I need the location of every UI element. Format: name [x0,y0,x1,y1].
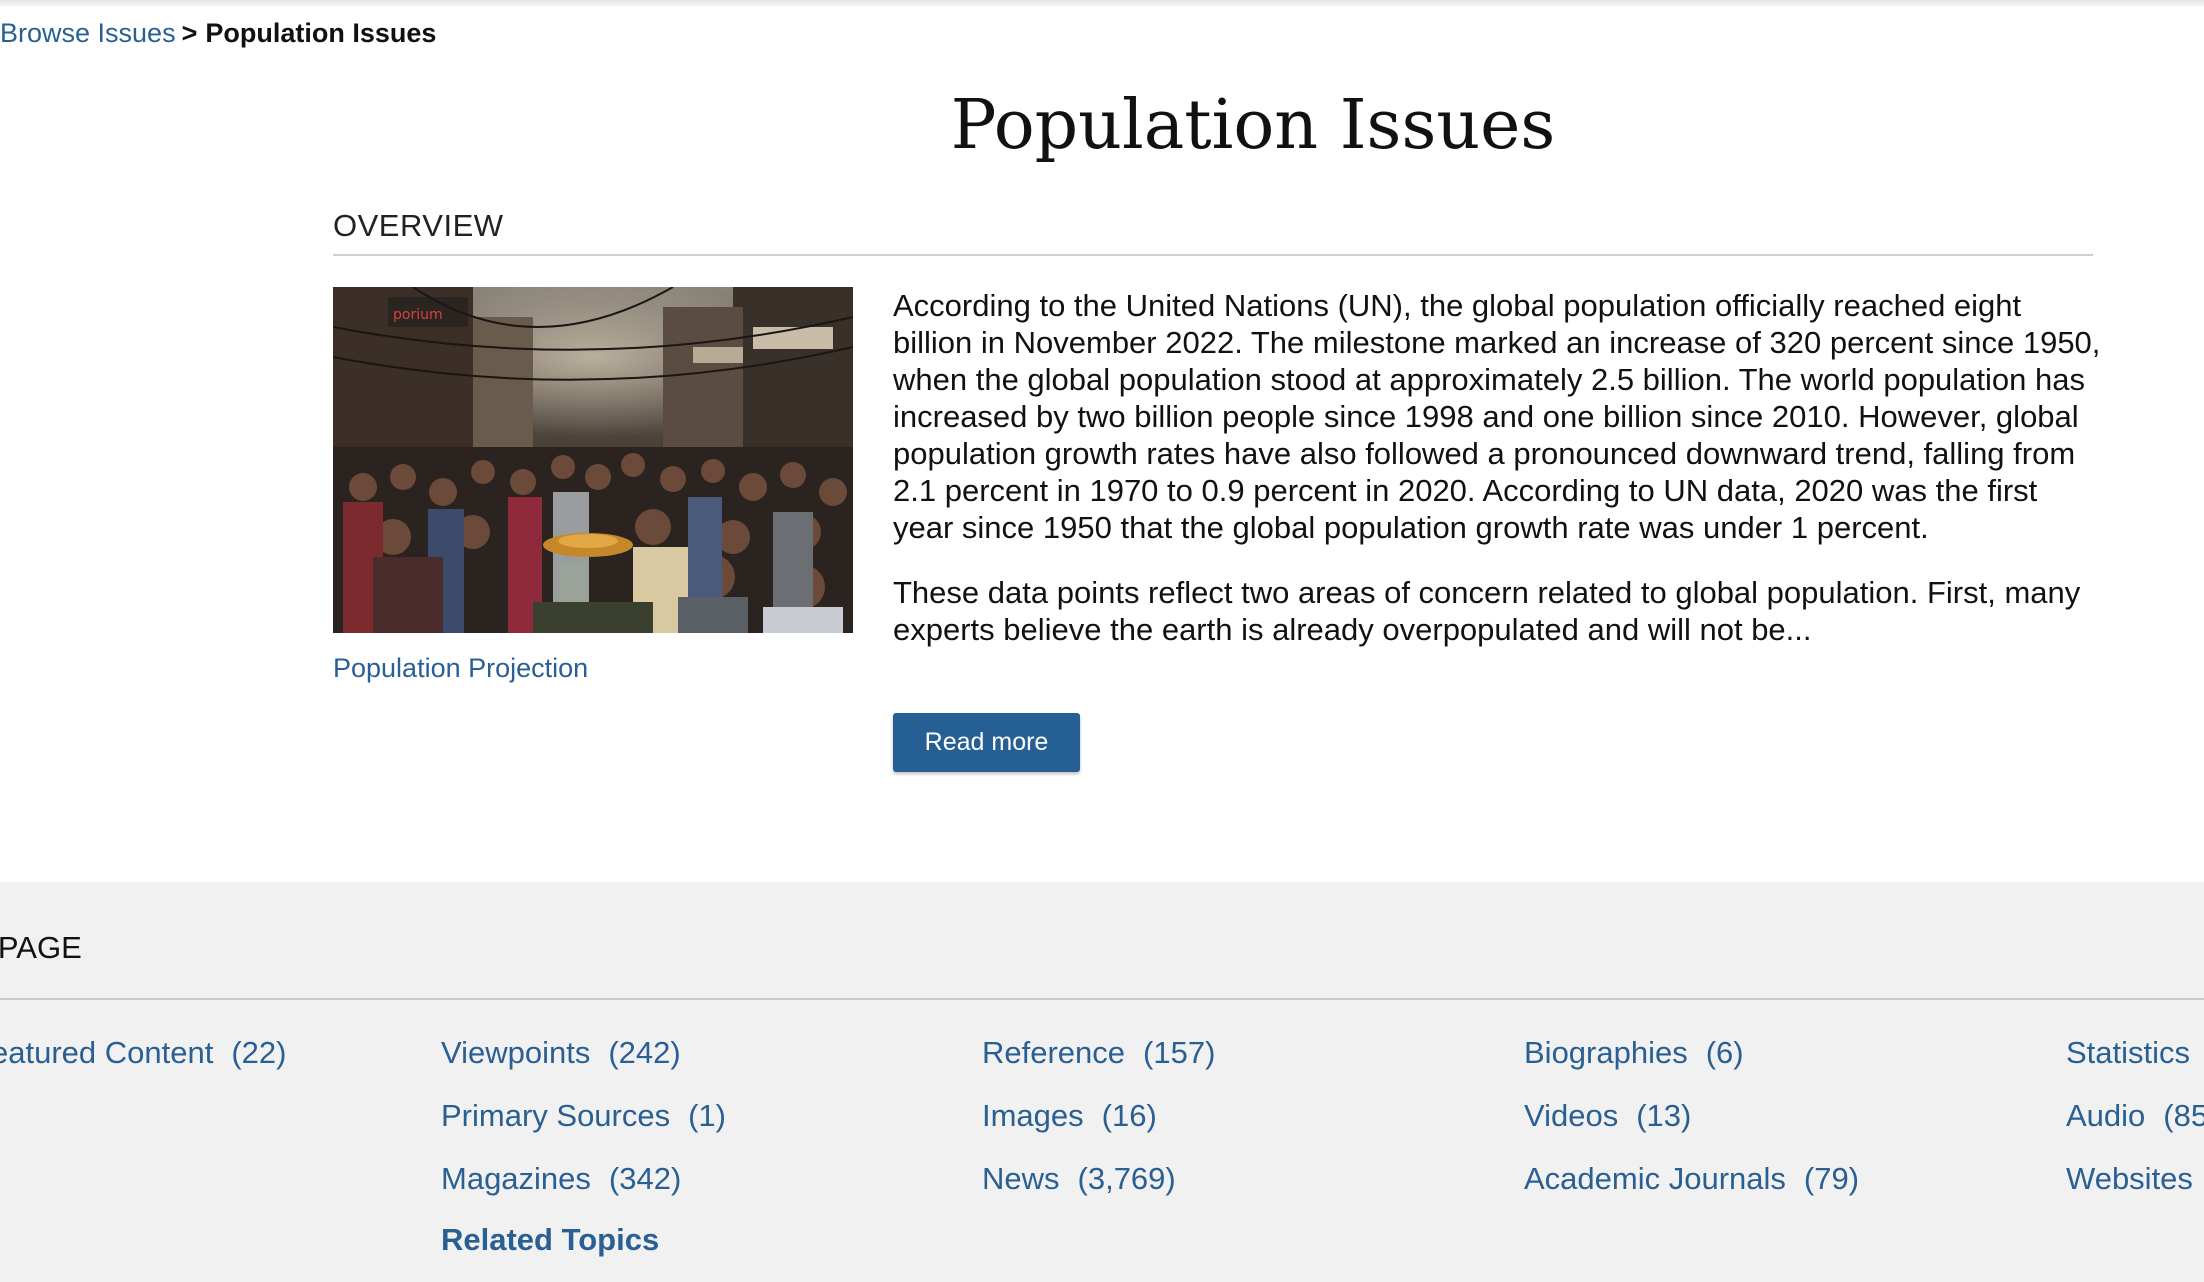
videos-link[interactable]: Videos (13) [1524,1096,1691,1136]
link-count: (1) [688,1098,726,1133]
viewpoints-link[interactable]: Viewpoints (242) [441,1033,681,1073]
link-label: eatured Content [0,1035,214,1070]
overview-heading: OVERVIEW [333,206,2093,256]
biographies-link[interactable]: Biographies (6) [1524,1033,1744,1073]
link-count: (6) [1705,1035,1744,1070]
on-this-page-section [0,882,2204,1282]
link-count: (79) [1803,1161,1860,1196]
related-topics-link[interactable]: Related Topics [441,1220,659,1260]
image-caption-link[interactable]: Population Projection [333,650,588,686]
audio-link[interactable]: Audio (85 [2066,1096,2204,1136]
section-divider [0,998,2204,1000]
statistics-link[interactable]: Statistics [2066,1033,2190,1073]
overview-image[interactable]: porium [333,287,853,633]
link-count: (85 [2163,1098,2204,1133]
page-title: Population Issues [950,86,1556,165]
breadcrumb-browse-issues-link[interactable]: Browse Issues [0,18,176,48]
overview-body: According to the United Nations (UN), th… [893,287,2103,676]
featured-content-link[interactable]: eatured Content (22) [0,1033,286,1073]
link-label: Statistics [2066,1035,2191,1070]
read-more-button[interactable]: Read more [893,713,1080,772]
link-label: Magazines [441,1161,591,1196]
breadcrumb-separator-icon: > [181,18,198,48]
link-label: Academic Journals [1524,1161,1786,1196]
primary-sources-link[interactable]: Primary Sources (1) [441,1096,726,1136]
overview-paragraph: According to the United Nations (UN), th… [893,288,2101,545]
news-link[interactable]: News (3,769) [982,1159,1176,1199]
link-count: (157) [1143,1035,1216,1070]
link-label: Videos [1524,1098,1619,1133]
link-label: Audio [2066,1098,2146,1133]
academic-journals-link[interactable]: Academic Journals (79) [1524,1159,1859,1199]
svg-text:porium: porium [393,307,443,323]
websites-link[interactable]: Websites [2066,1159,2193,1199]
link-label: Biographies [1524,1035,1688,1070]
link-label: Viewpoints [441,1035,591,1070]
link-label: Primary Sources [441,1098,671,1133]
link-count: (242) [608,1035,681,1070]
breadcrumb: Browse Issues > Population Issues [0,16,436,50]
magazines-link[interactable]: Magazines (342) [441,1159,681,1199]
reference-link[interactable]: Reference (157) [982,1033,1215,1073]
link-count: (342) [608,1161,682,1196]
link-count: (3,769) [1077,1161,1176,1196]
link-count: (16) [1101,1098,1157,1133]
link-count: (22) [231,1035,287,1070]
overview-paragraph: These data points reflect two areas of c… [893,575,2081,647]
link-label: News [982,1161,1060,1196]
images-link[interactable]: Images (16) [982,1096,1157,1136]
link-label: Images [982,1098,1084,1133]
crowd-photo-illustration: porium [333,287,853,633]
on-this-page-heading: IS PAGE [0,930,82,965]
link-label: Websites [2066,1161,2193,1196]
breadcrumb-current: Population Issues [205,18,437,48]
link-count: (13) [1636,1098,1692,1133]
top-border [0,0,2204,6]
link-label: Reference [982,1035,1126,1070]
